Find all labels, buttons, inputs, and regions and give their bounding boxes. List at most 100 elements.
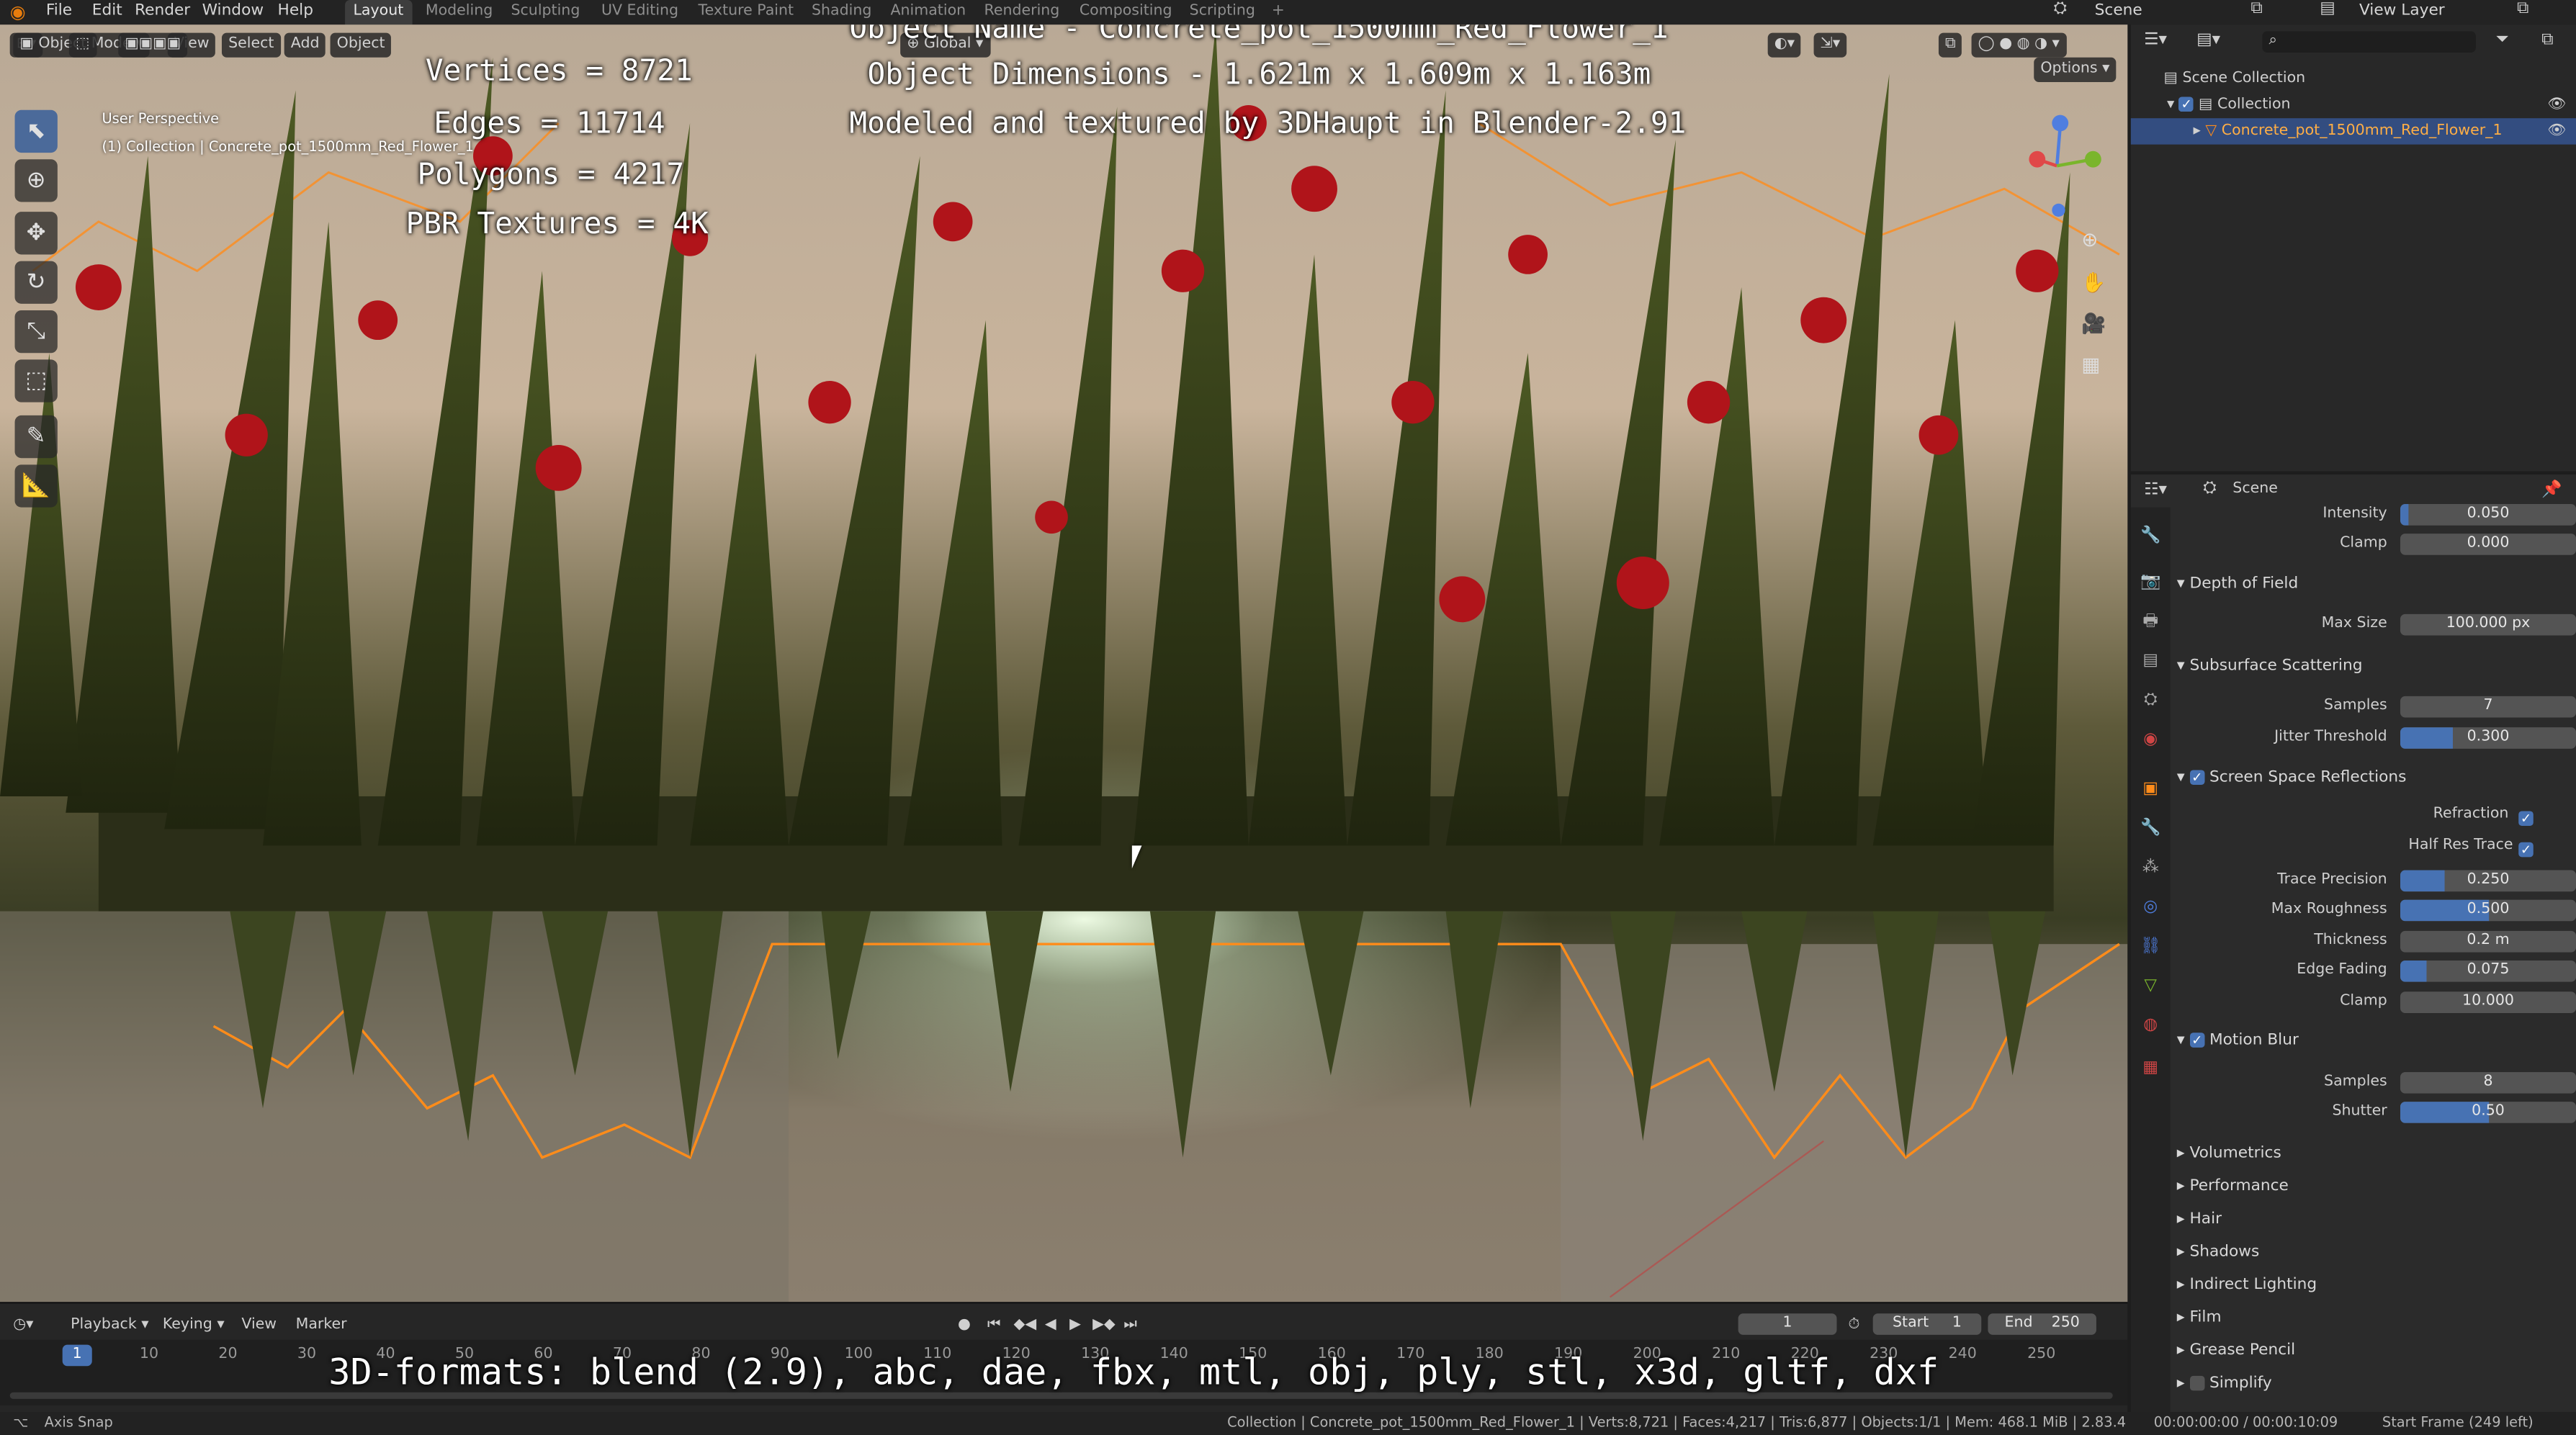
material-tab-icon[interactable]: ◍ xyxy=(2137,1013,2164,1039)
simplify-checkbox[interactable] xyxy=(2189,1375,2205,1391)
timeline-menu-keying[interactable]: Keying ▾ xyxy=(163,1313,225,1336)
play-reverse-icon[interactable]: ◀ xyxy=(1045,1313,1056,1336)
annotate-tool-icon[interactable]: ✎ xyxy=(14,415,58,459)
play-icon[interactable]: ▶ xyxy=(1069,1313,1081,1336)
gizmo-toggle-icon[interactable]: ⇲▾ xyxy=(1813,32,1847,58)
new-view-layer-icon[interactable]: ⧉ xyxy=(2517,0,2528,18)
tab-compositing[interactable]: Compositing xyxy=(1071,0,1180,24)
panel-hair[interactable]: ▸ Hair xyxy=(2177,1207,2222,1233)
rotate-tool-icon[interactable]: ↻ xyxy=(14,261,58,304)
3d-viewport[interactable]: ⊞▾ ▣ Object Mode ▾ View Select Add Objec… xyxy=(0,24,2128,1303)
panel-performance[interactable]: ▸ Performance xyxy=(2177,1174,2289,1200)
max-roughness-field[interactable]: 0.500 xyxy=(2400,899,2576,922)
timeline-menu-marker[interactable]: Marker xyxy=(296,1313,347,1336)
tab-animation[interactable]: Animation xyxy=(882,0,974,24)
expand-chevron-icon[interactable]: ▸ xyxy=(2194,123,2201,140)
transform-tool-icon[interactable]: ⬚ xyxy=(14,359,58,402)
outliner-editor-type-icon[interactable]: ☰▾ xyxy=(2144,31,2167,49)
panel-depth-of-field[interactable]: ▾ Depth of Field xyxy=(2177,572,2298,598)
blender-logo-icon[interactable]: ◉ xyxy=(10,1,26,23)
cursor-tool-icon[interactable]: ⊕ xyxy=(14,159,58,202)
jitter-threshold-field[interactable]: 0.300 xyxy=(2400,727,2576,749)
shading-modes[interactable]: ◯ ● ◍ ◑ ▾ xyxy=(1971,32,2066,58)
intensity-field[interactable]: 0.050 xyxy=(2400,504,2576,526)
start-frame-field[interactable]: Start 1 xyxy=(1872,1313,1982,1335)
scene-tab-icon[interactable]: ⛭ xyxy=(2137,688,2164,714)
render-tab-icon[interactable]: 📷 xyxy=(2137,570,2164,595)
clock-icon[interactable]: ⏱ xyxy=(1848,1313,1859,1336)
view-layer-selector[interactable]: View Layer xyxy=(2359,0,2445,24)
visibility-eye-icon[interactable]: 👁 xyxy=(2547,92,2566,118)
physics-tab-icon[interactable]: ◎ xyxy=(2137,895,2164,921)
filter-icon[interactable]: ⏷ xyxy=(2495,31,2508,49)
timeline-menu-playback[interactable]: Playback ▾ xyxy=(71,1313,149,1336)
motion-blur-checkbox[interactable]: ✓ xyxy=(2189,1033,2205,1048)
jump-end-icon[interactable]: ⏭ xyxy=(1123,1313,1136,1336)
object-tab-icon[interactable]: ▣ xyxy=(2137,777,2164,803)
prev-keyframe-icon[interactable]: ◆◀ xyxy=(1014,1313,1037,1336)
select-box-icon[interactable]: ⬚ xyxy=(68,32,97,58)
panel-shadows[interactable]: ▸ Shadows xyxy=(2177,1240,2260,1266)
pin-icon[interactable]: 📌 xyxy=(2541,481,2562,499)
tab-scripting[interactable]: Scripting xyxy=(1181,0,1263,24)
panel-film[interactable]: ▸ Film xyxy=(2177,1305,2222,1331)
menu-render[interactable]: Render xyxy=(135,0,190,24)
viewport-menu-add[interactable]: Add xyxy=(284,32,326,58)
data-tab-icon[interactable]: ▽ xyxy=(2137,973,2164,999)
camera-view-icon[interactable]: 🎥 xyxy=(2081,312,2106,335)
panel-subsurface-scattering[interactable]: ▾ Subsurface Scattering xyxy=(2177,654,2363,680)
zoom-icon[interactable]: ⊕ xyxy=(2081,228,2098,251)
outliner-row-object[interactable]: ▸ ▽ Concrete_pot_1500mm_Red_Flower_1 👁 xyxy=(2130,118,2576,145)
output-tab-icon[interactable]: 🖶 xyxy=(2137,609,2164,635)
timeline-menu-view[interactable]: View xyxy=(241,1313,277,1336)
tab-layout[interactable]: Layout xyxy=(345,0,412,25)
scene-selector[interactable]: Scene xyxy=(2095,0,2142,24)
tab-texture-paint[interactable]: Texture Paint xyxy=(690,0,802,24)
next-keyframe-icon[interactable]: ▶◆ xyxy=(1092,1313,1116,1336)
tab-modeling[interactable]: Modeling xyxy=(417,0,501,24)
measure-tool-icon[interactable]: 📐 xyxy=(14,464,58,508)
end-frame-field[interactable]: End 250 xyxy=(1988,1313,2096,1335)
modifier-tab-icon[interactable]: 🔧 xyxy=(2137,816,2164,842)
add-workspace-icon[interactable]: + xyxy=(1272,0,1285,24)
playhead[interactable]: 1 xyxy=(62,1344,92,1367)
max-size-field[interactable]: 100.000 px xyxy=(2400,613,2576,636)
tool-tab-icon[interactable]: 🔧 xyxy=(2137,523,2164,549)
menu-window[interactable]: Window xyxy=(202,0,264,24)
viewport-menu-object[interactable]: Object xyxy=(330,32,392,58)
panel-indirect-lighting[interactable]: ▸ Indirect Lighting xyxy=(2177,1272,2317,1298)
navigation-gizmo[interactable] xyxy=(2008,113,2106,228)
move-tool-icon[interactable]: ✥ xyxy=(14,212,58,255)
mb-samples-field[interactable]: 8 xyxy=(2400,1072,2576,1094)
new-scene-icon[interactable]: ⧉ xyxy=(2250,0,2262,18)
panel-motion-blur[interactable]: ▾ ✓ Motion Blur xyxy=(2177,1027,2299,1053)
ortho-grid-icon[interactable]: ▦ xyxy=(2081,353,2100,376)
edge-fading-field[interactable]: 0.075 xyxy=(2400,960,2576,982)
select-mode-icons[interactable]: ▣▣▣▣ xyxy=(118,32,188,58)
view-layer-tab-icon[interactable]: ▤ xyxy=(2137,649,2164,675)
outliner-row-collection[interactable]: ▾ ✓ ▤ Collection 👁 xyxy=(2131,92,2576,118)
outliner-row-scene-collection[interactable]: ▤ Scene Collection xyxy=(2131,66,2576,91)
sss-samples-field[interactable]: 7 xyxy=(2400,696,2576,718)
current-frame-field[interactable]: 1 xyxy=(1738,1313,1837,1335)
refraction-checkbox[interactable]: ✓ xyxy=(2518,811,2534,826)
properties-editor-type-icon[interactable]: ☷▾ xyxy=(2144,481,2167,499)
ssr-clamp-field[interactable]: 10.000 xyxy=(2400,991,2576,1013)
panel-screen-space-reflections[interactable]: ▾ ✓ Screen Space Reflections xyxy=(2177,765,2407,791)
panel-simplify[interactable]: ▸ Simplify xyxy=(2177,1371,2272,1397)
collection-checkbox[interactable]: ✓ xyxy=(2178,96,2194,112)
scale-tool-icon[interactable]: ⤡ xyxy=(14,310,58,354)
record-button[interactable]: ● xyxy=(958,1313,971,1336)
thickness-field[interactable]: 0.2 m xyxy=(2400,930,2576,953)
shutter-field[interactable]: 0.50 xyxy=(2400,1102,2576,1123)
pan-hand-icon[interactable]: ✋ xyxy=(2081,271,2106,294)
xray-toggle-icon[interactable]: ⧉ xyxy=(1938,32,1962,58)
texture-tab-icon[interactable]: ▦ xyxy=(2137,1056,2164,1081)
half-res-trace-checkbox[interactable]: ✓ xyxy=(2518,842,2534,858)
scene-icon[interactable]: ⛭ xyxy=(2054,0,2067,18)
trace-precision-field[interactable]: 0.250 xyxy=(2400,870,2576,892)
tab-sculpting[interactable]: Sculpting xyxy=(503,0,588,24)
tab-uv-editing[interactable]: UV Editing xyxy=(593,0,687,24)
tab-shading[interactable]: Shading xyxy=(804,0,880,24)
viewport-menu-select[interactable]: Select xyxy=(221,32,281,58)
